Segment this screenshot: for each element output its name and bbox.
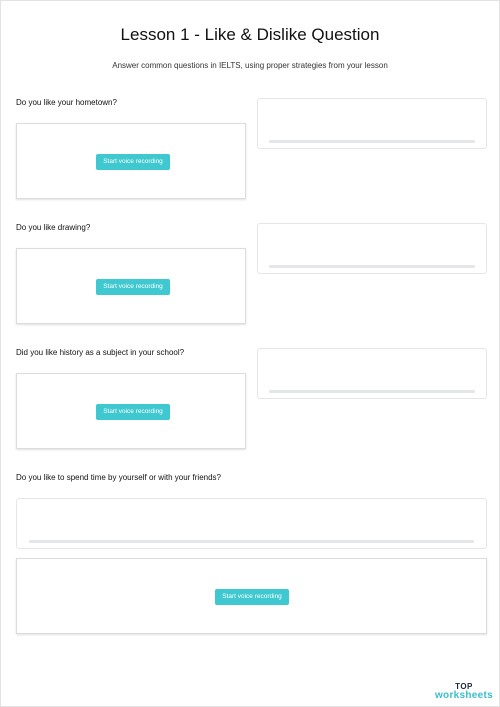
page-title: Lesson 1 - Like & Dislike Question [120, 25, 380, 44]
answer-line-2 [269, 265, 475, 268]
question-3-text: Did you like history as a subject in you… [16, 348, 185, 357]
answer-field-2[interactable] [257, 223, 487, 274]
recording-card-4: Start voice recording [16, 558, 487, 634]
recording-card-3: Start voice recording [16, 373, 246, 449]
question-2-text: Do you like drawing? [16, 223, 91, 232]
answer-line-4 [29, 540, 474, 543]
answer-field-1[interactable] [257, 98, 487, 149]
worksheet-page: Lesson 1 - Like & Dislike Question Answe… [0, 0, 500, 707]
answer-field-4[interactable] [16, 498, 487, 549]
start-voice-recording-button-3[interactable]: Start voice recording [96, 404, 170, 420]
page-subtitle: Answer common questions in IELTS, using … [112, 61, 388, 70]
question-1-text: Do you like your hometown? [16, 98, 117, 107]
question-4-text: Do you like to spend time by yourself or… [16, 473, 221, 482]
logo-worksheets-text: worksheets [434, 690, 493, 701]
recording-card-2: Start voice recording [16, 248, 246, 324]
answer-field-3[interactable] [257, 348, 487, 399]
topworksheets-logo: TOP worksheets [435, 682, 493, 701]
start-voice-recording-button-4[interactable]: Start voice recording [215, 589, 289, 605]
start-voice-recording-button-1[interactable]: Start voice recording [96, 154, 170, 170]
start-voice-recording-button-2[interactable]: Start voice recording [96, 279, 170, 295]
recording-card-1: Start voice recording [16, 123, 246, 199]
answer-line-1 [269, 140, 475, 143]
answer-line-3 [269, 390, 475, 393]
